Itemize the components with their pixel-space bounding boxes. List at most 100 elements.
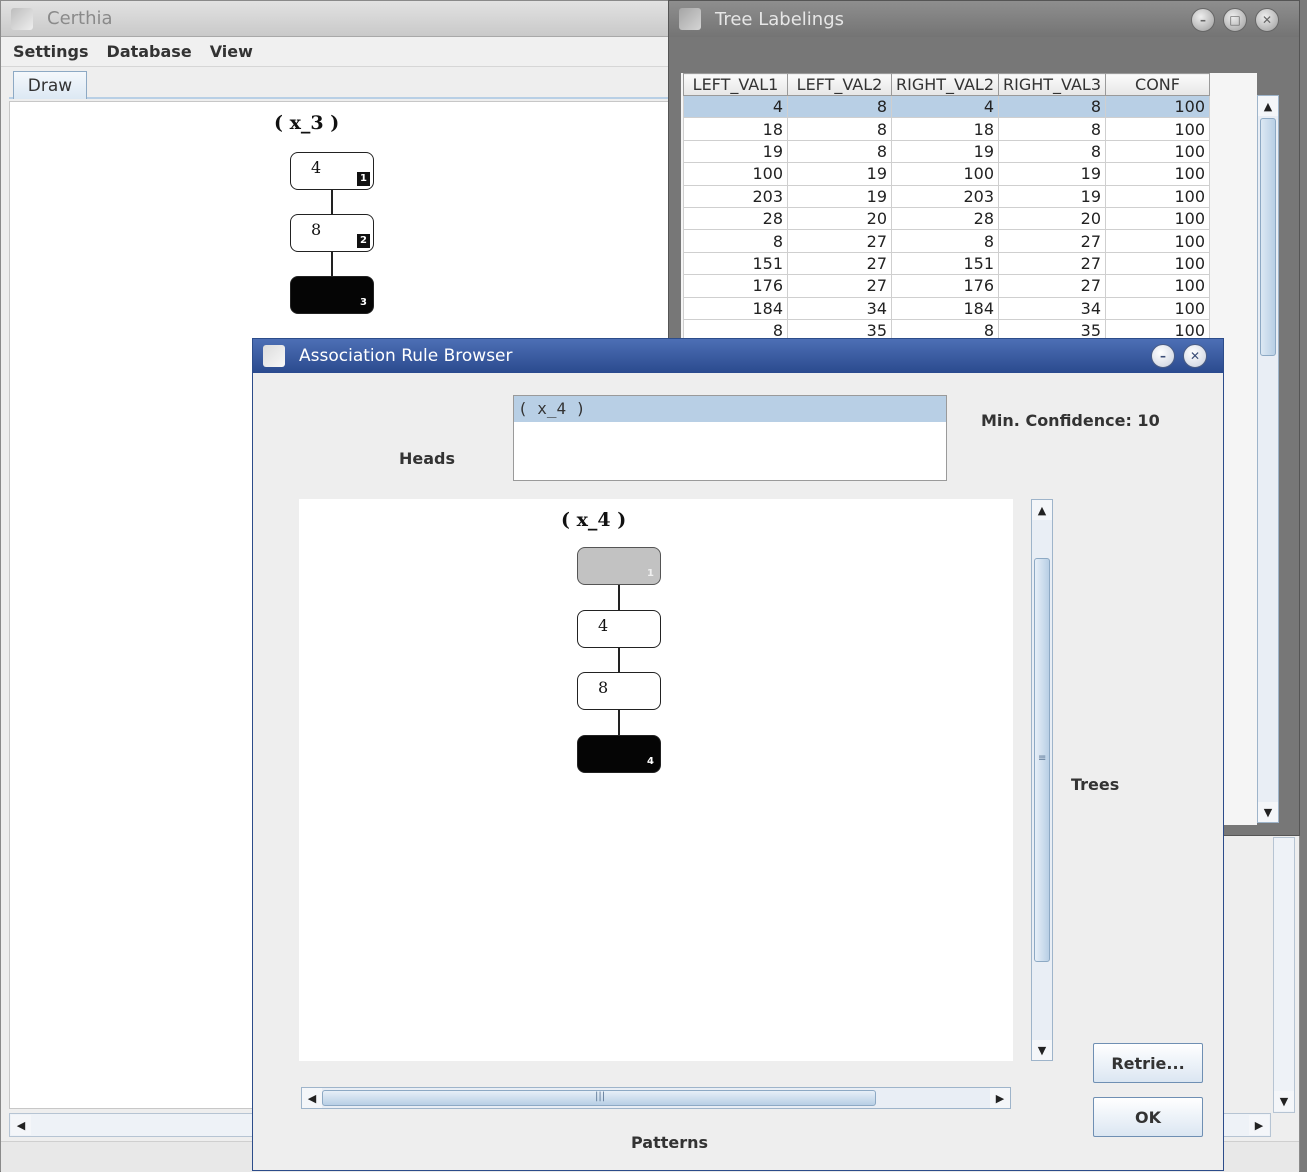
table-cell[interactable]: 8 (998, 117, 1106, 141)
table-cell[interactable]: 184 (683, 296, 788, 320)
table-cell[interactable]: 203 (891, 184, 999, 208)
table-cell[interactable]: 100 (683, 162, 788, 186)
tree-node[interactable]: 4 1 (290, 152, 374, 190)
scroll-left-arrow-icon[interactable]: ◀ (302, 1088, 322, 1108)
minimize-icon[interactable]: – (1151, 344, 1175, 368)
main-vertical-scrollbar[interactable]: ▼ (1273, 837, 1295, 1113)
scroll-down-arrow-icon[interactable]: ▼ (1258, 802, 1278, 822)
table-cell[interactable]: 100 (891, 162, 999, 186)
table-cell[interactable]: 100 (1105, 251, 1210, 276)
tree-node[interactable]: 4 (577, 610, 661, 648)
minimize-icon[interactable]: – (1191, 8, 1215, 32)
table-cell[interactable]: 8 (998, 139, 1106, 164)
table-cell[interactable]: 4 (891, 94, 999, 119)
scroll-up-arrow-icon[interactable]: ▲ (1258, 96, 1278, 116)
table-row[interactable]: 100 19 100 19 100 (683, 162, 1210, 186)
maximize-icon[interactable]: □ (1223, 8, 1247, 32)
trees-vertical-scrollbar[interactable]: ▲ ≡ ▼ (1031, 499, 1053, 1061)
table-cell[interactable]: 28 (891, 206, 999, 231)
tree-node-black[interactable]: 3 (290, 276, 374, 314)
menu-settings[interactable]: Settings (13, 42, 89, 61)
table-row[interactable]: 19 8 19 8 100 (683, 139, 1210, 164)
table-cell[interactable]: 27 (998, 251, 1106, 276)
pattern-tree-canvas[interactable]: ( x_4 ) 1 4 8 4 (299, 499, 1013, 1061)
table-cell[interactable]: 18 (891, 117, 999, 141)
table-row[interactable]: 8 27 8 27 100 (683, 229, 1210, 253)
table-row[interactable]: 184 34 184 34 100 (683, 296, 1210, 320)
scroll-right-arrow-icon[interactable]: ▶ (990, 1088, 1010, 1108)
table-cell[interactable]: 28 (683, 206, 788, 231)
table-row[interactable]: 176 27 176 27 100 (683, 274, 1210, 298)
table-cell[interactable]: 8 (683, 229, 788, 253)
table-cell[interactable]: 20 (787, 206, 892, 231)
scroll-up-arrow-icon[interactable]: ▲ (1032, 500, 1052, 520)
table-cell[interactable]: 20 (998, 206, 1106, 231)
table-cell[interactable]: 8 (787, 94, 892, 119)
column-header[interactable]: RIGHT_VAL2 (891, 73, 999, 96)
table-cell[interactable]: 203 (683, 184, 788, 208)
scroll-thumb[interactable]: ≡ (1034, 558, 1050, 962)
table-cell[interactable]: 34 (787, 296, 892, 320)
table-cell[interactable]: 27 (787, 251, 892, 276)
close-icon[interactable]: ✕ (1255, 8, 1279, 32)
heads-list[interactable]: ( x_4 ) (513, 395, 947, 481)
table-row[interactable]: 28 20 28 20 100 (683, 206, 1210, 231)
heads-list-item[interactable]: ( x_4 ) (514, 396, 946, 422)
tree-node-gray[interactable]: 1 (577, 547, 661, 585)
tree-node-black[interactable]: 4 (577, 735, 661, 773)
table-cell[interactable]: 100 (1105, 162, 1210, 186)
labelings-titlebar[interactable]: Tree Labelings – □ ✕ (669, 1, 1299, 37)
table-cell[interactable]: 100 (1105, 229, 1210, 253)
table-cell[interactable]: 176 (891, 274, 999, 298)
table-cell[interactable]: 4 (683, 94, 788, 119)
tab-draw[interactable]: Draw (13, 71, 87, 99)
retrieve-button[interactable]: Retrie... (1093, 1043, 1203, 1083)
table-cell[interactable]: 151 (891, 251, 999, 276)
scroll-left-arrow-icon[interactable]: ◀ (11, 1115, 31, 1135)
scroll-thumb[interactable] (1260, 118, 1276, 356)
table-cell[interactable]: 151 (683, 251, 788, 276)
table-cell[interactable]: 8 (891, 229, 999, 253)
table-cell[interactable]: 100 (1105, 206, 1210, 231)
table-cell[interactable]: 100 (1105, 94, 1210, 119)
table-row[interactable]: 4 8 4 8 100 (683, 94, 1210, 119)
tree-node[interactable]: 8 2 (290, 214, 374, 252)
table-cell[interactable]: 19 (998, 162, 1106, 186)
table-cell[interactable]: 8 (998, 94, 1106, 119)
table-cell[interactable]: 8 (787, 139, 892, 164)
scroll-right-arrow-icon[interactable]: ▶ (1249, 1115, 1269, 1135)
table-row[interactable]: 151 27 151 27 100 (683, 251, 1210, 276)
table-row[interactable]: 203 19 203 19 100 (683, 184, 1210, 208)
ok-button[interactable]: OK (1093, 1097, 1203, 1137)
menu-database[interactable]: Database (107, 42, 192, 61)
table-cell[interactable]: 184 (891, 296, 999, 320)
tree-node[interactable]: 8 (577, 672, 661, 710)
scroll-down-arrow-icon[interactable]: ▼ (1274, 1091, 1294, 1111)
table-cell[interactable]: 19 (787, 184, 892, 208)
table-cell[interactable]: 8 (787, 117, 892, 141)
column-header[interactable]: LEFT_VAL2 (787, 73, 892, 96)
column-header[interactable]: RIGHT_VAL3 (998, 73, 1106, 96)
menu-view[interactable]: View (210, 42, 253, 61)
table-cell[interactable]: 34 (998, 296, 1106, 320)
table-cell[interactable]: 27 (998, 274, 1106, 298)
table-cell[interactable]: 19 (998, 184, 1106, 208)
table-cell[interactable]: 19 (787, 162, 892, 186)
table-cell[interactable]: 18 (683, 117, 788, 141)
table-cell[interactable]: 27 (998, 229, 1106, 253)
patterns-horizontal-scrollbar[interactable]: ◀ ||| ▶ (301, 1087, 1011, 1109)
table-cell[interactable]: 176 (683, 274, 788, 298)
scroll-thumb[interactable]: ||| (322, 1090, 876, 1106)
table-cell[interactable]: 19 (891, 139, 999, 164)
table-cell[interactable]: 100 (1105, 117, 1210, 141)
labelings-vertical-scrollbar[interactable]: ▲ ▼ (1257, 95, 1279, 823)
table-cell[interactable]: 100 (1105, 184, 1210, 208)
arb-titlebar[interactable]: Association Rule Browser – ✕ (253, 339, 1223, 373)
table-row[interactable]: 18 8 18 8 100 (683, 117, 1210, 141)
scroll-down-arrow-icon[interactable]: ▼ (1032, 1040, 1052, 1060)
column-header[interactable]: CONF (1105, 73, 1210, 96)
table-cell[interactable]: 100 (1105, 139, 1210, 164)
table-cell[interactable]: 19 (683, 139, 788, 164)
column-header[interactable]: LEFT_VAL1 (683, 73, 788, 96)
table-cell[interactable]: 100 (1105, 296, 1210, 320)
